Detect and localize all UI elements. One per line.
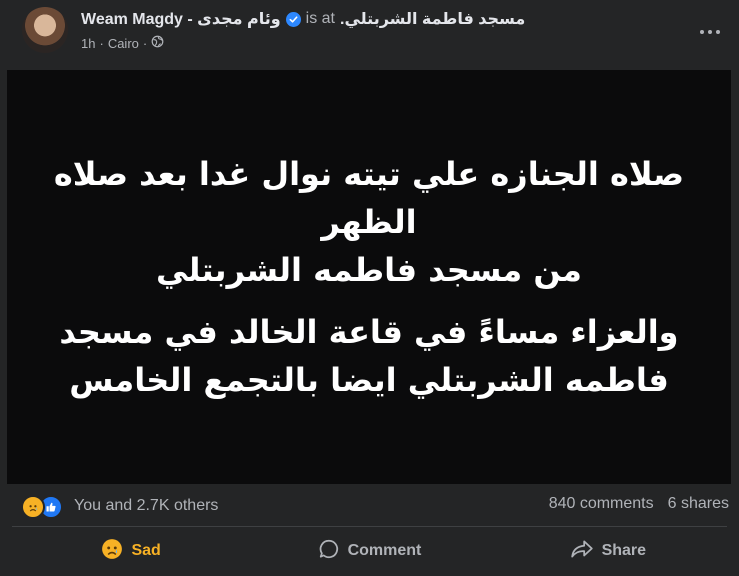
post-text-line: والعزاء مساءً في قاعة الخالد في مسجد <box>59 313 679 351</box>
share-button[interactable]: Share <box>489 528 727 574</box>
author-name[interactable]: Weam Magdy - وئام مجدى <box>81 9 281 29</box>
shares-count[interactable]: 6 shares <box>668 495 729 513</box>
post-text-line: الظهر <box>321 203 417 241</box>
sad-reaction-button[interactable]: Sad <box>12 528 250 574</box>
post-text-line: من مسجد فاطمه الشربتلي <box>156 251 582 289</box>
meta-separator: · <box>142 35 148 51</box>
checkin-place-link[interactable]: مسجد فاطمة الشربتلي. <box>340 9 525 29</box>
post-text-line: فاطمه الشربتلي ايضا بالتجمع الخامس <box>69 361 669 399</box>
dot-icon <box>708 30 712 34</box>
reaction-icons[interactable] <box>21 495 69 519</box>
dot-icon <box>700 30 704 34</box>
comment-button[interactable]: Comment <box>250 528 488 574</box>
reactions-bar: You and 2.7K others 840 comments 6 share… <box>0 489 739 523</box>
meta-separator: · <box>99 35 104 51</box>
divider <box>12 526 727 527</box>
post-title-line: Weam Magdy - وئام مجدى is at مسجد فاطمة … <box>81 8 525 30</box>
post-location[interactable]: Cairo <box>108 36 139 51</box>
globe-icon <box>151 35 164 51</box>
comment-bubble-icon <box>318 538 340 565</box>
more-options-button[interactable] <box>692 14 728 50</box>
sad-label: Sad <box>131 542 161 559</box>
avatar[interactable] <box>22 7 68 53</box>
verified-badge-icon <box>285 11 301 27</box>
post-text-paragraph-2: والعزاء مساءً في قاعة الخالد في مسجد فاط… <box>49 308 689 404</box>
engagement-counts: 840 comments 6 shares <box>549 495 729 513</box>
sad-emoji-icon <box>101 538 123 565</box>
reaction-summary[interactable]: You and 2.7K others <box>74 497 218 515</box>
post-body: صلاه الجنازه علي تيته نوال غدا بعد صلاه … <box>7 70 731 484</box>
post-timestamp[interactable]: 1h <box>81 36 95 51</box>
post-meta: 1h · Cairo · <box>81 34 164 52</box>
comments-count[interactable]: 840 comments <box>549 495 654 513</box>
dot-icon <box>716 30 720 34</box>
action-bar: Sad Comment Share <box>12 528 727 574</box>
is-at-text: is at <box>305 10 335 27</box>
post-text-line: صلاه الجنازه علي تيته نوال غدا بعد صلاه <box>53 155 685 193</box>
share-label: Share <box>601 542 647 559</box>
comment-label: Comment <box>347 542 422 559</box>
sad-emoji-icon <box>21 495 45 519</box>
post-card: Weam Magdy - وئام مجدى is at مسجد فاطمة … <box>0 0 739 576</box>
post-header: Weam Magdy - وئام مجدى is at مسجد فاطمة … <box>0 0 739 68</box>
post-text-paragraph-1: صلاه الجنازه علي تيته نوال غدا بعد صلاه … <box>49 150 689 294</box>
share-arrow-icon <box>570 538 594 565</box>
